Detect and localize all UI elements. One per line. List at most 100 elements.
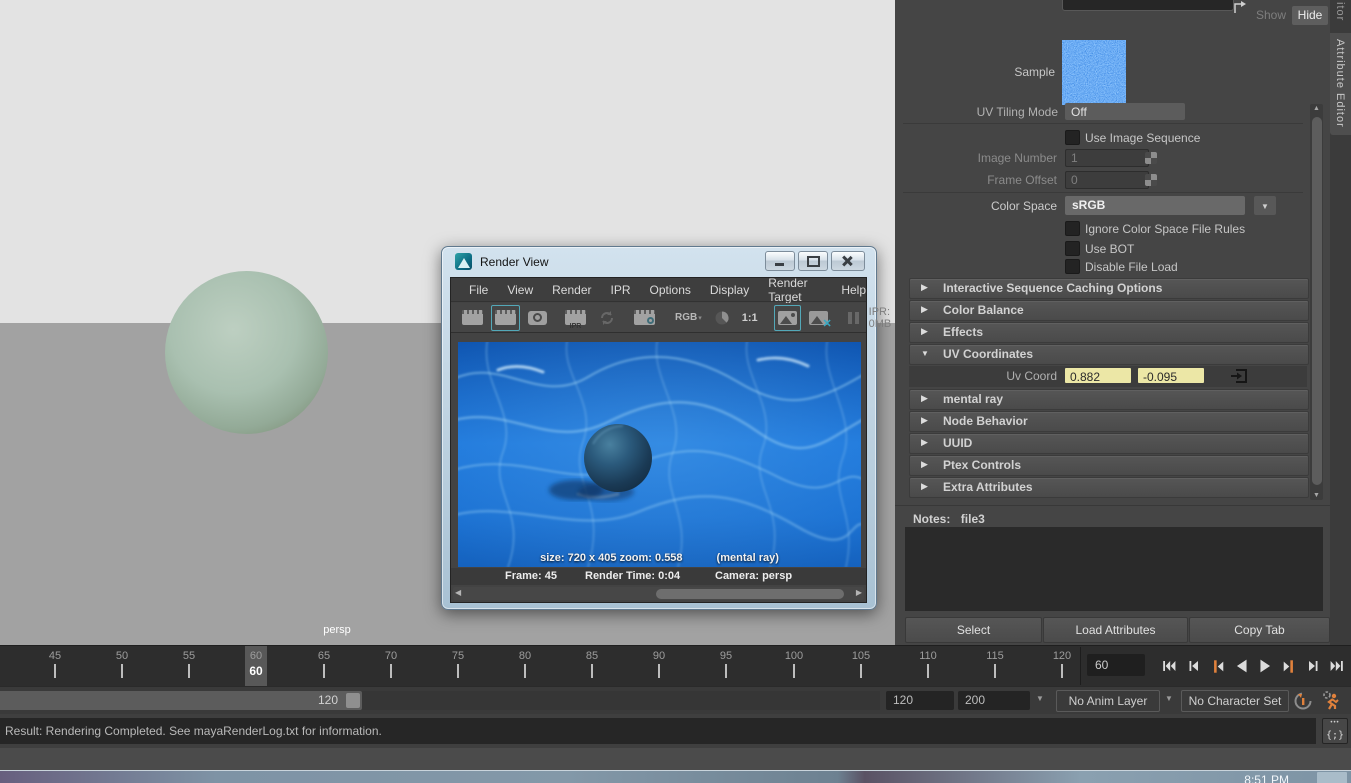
hscroll-thumb[interactable] xyxy=(656,589,844,599)
scroll-up-icon[interactable]: ▲ xyxy=(1313,105,1320,112)
taskbar-clock[interactable]: 8:51 PM xyxy=(1244,773,1289,783)
section-uv-coordinates[interactable]: ▼ UV Coordinates xyxy=(909,344,1309,365)
section-uuid[interactable]: ▶ UUID xyxy=(909,433,1309,454)
rendered-image[interactable]: size: 720 x 405 zoom: 0.558 (mental ray) xyxy=(458,342,861,567)
script-editor-button[interactable]: ••• {;} xyxy=(1322,718,1348,744)
current-frame-label: 60 xyxy=(245,664,267,678)
color-space-dropdown[interactable]: sRGB xyxy=(1065,196,1245,215)
image-number-map-icon[interactable] xyxy=(1145,152,1157,164)
taskbar-tray[interactable] xyxy=(1317,772,1347,783)
character-set-button[interactable]: No Character Set xyxy=(1181,690,1289,712)
render-current-frame-icon[interactable] xyxy=(491,305,520,331)
step-back-key-button[interactable] xyxy=(1206,654,1228,678)
uv-coord-connection-icon[interactable] xyxy=(1230,368,1248,384)
menu-view[interactable]: View xyxy=(507,283,533,297)
frame-offset-map-icon[interactable] xyxy=(1145,174,1157,186)
section-effects[interactable]: ▶ Effects xyxy=(909,322,1309,343)
range-dropdown-arrow-icon[interactable]: ▼ xyxy=(1036,694,1044,703)
maximize-button[interactable] xyxy=(798,251,828,271)
playback-end-field[interactable]: 120 xyxy=(886,691,954,710)
image-number-field[interactable]: 1 xyxy=(1065,149,1149,167)
uv-tiling-mode-dropdown[interactable]: Off xyxy=(1065,103,1185,120)
range-slider-handle[interactable] xyxy=(346,693,360,708)
current-frame-field[interactable]: 60 xyxy=(1087,654,1145,676)
hide-button[interactable]: Hide xyxy=(1292,6,1328,25)
close-button[interactable] xyxy=(831,251,865,271)
scroll-left-icon[interactable]: ◀ xyxy=(455,588,461,597)
frame-offset-label: Frame Offset xyxy=(895,173,1057,187)
go-to-end-button[interactable] xyxy=(1326,654,1348,678)
viewport-camera-label: persp xyxy=(307,624,367,636)
range-slider-bar[interactable]: 120 xyxy=(0,691,362,710)
uv-coord-u-field[interactable]: 0.882 xyxy=(1065,368,1131,383)
menu-file[interactable]: File xyxy=(469,283,488,297)
frame-offset-field[interactable]: 0 xyxy=(1065,171,1149,189)
section-node-behavior[interactable]: ▶ Node Behavior xyxy=(909,411,1309,432)
one-to-one-icon[interactable]: 1:1 xyxy=(738,305,762,331)
keep-image-icon[interactable] xyxy=(774,305,801,331)
scroll-right-icon[interactable]: ▶ xyxy=(856,588,862,597)
use-image-sequence-checkbox[interactable] xyxy=(1065,130,1080,145)
animation-end-field[interactable]: 200 xyxy=(958,691,1030,710)
menu-display[interactable]: Display xyxy=(710,283,749,297)
minimize-button[interactable] xyxy=(765,251,795,271)
vscroll-thumb[interactable] xyxy=(1312,117,1322,485)
render-view-window[interactable]: Render View File View Render xyxy=(441,246,877,610)
viewport-sphere[interactable] xyxy=(165,271,328,434)
alpha-channel-icon[interactable] xyxy=(710,305,734,331)
menu-options[interactable]: Options xyxy=(650,283,691,297)
use-bot-checkbox[interactable] xyxy=(1065,241,1080,256)
tab-partial-editor[interactable]: itor xyxy=(1334,2,1346,21)
section-interactive-sequence-caching[interactable]: ▶ Interactive Sequence Caching Options xyxy=(909,278,1309,299)
section-ptex-controls[interactable]: ▶ Ptex Controls xyxy=(909,455,1309,476)
ipr-render-icon[interactable]: IPR xyxy=(561,305,590,331)
step-forward-frame-button[interactable] xyxy=(1302,654,1324,678)
color-space-dropdown-arrow-icon[interactable]: ▼ xyxy=(1254,196,1276,215)
play-forwards-button[interactable] xyxy=(1254,654,1276,678)
snapshot-icon[interactable] xyxy=(524,305,551,331)
anim-layer-dropdown-arrow-icon[interactable]: ▼ xyxy=(1165,694,1173,703)
menu-render-target[interactable]: Render Target xyxy=(768,276,822,304)
command-result-field[interactable]: Result: Rendering Completed. See mayaRen… xyxy=(0,718,1316,744)
menu-render[interactable]: Render xyxy=(552,283,591,297)
auto-key-toggle-icon[interactable] xyxy=(1292,690,1314,712)
disable-file-load-checkbox[interactable] xyxy=(1065,259,1080,274)
copy-tab-button[interactable]: Copy Tab xyxy=(1189,617,1330,643)
swap-node-icon[interactable] xyxy=(1232,0,1250,16)
ipr-memory-label: IPR: 0MB xyxy=(869,306,892,330)
remove-image-icon[interactable]: ✕ xyxy=(805,305,832,331)
tab-attribute-editor[interactable]: Attribute Editor xyxy=(1330,33,1351,135)
attribute-scrollbar[interactable]: ▲ ▼ xyxy=(1310,104,1323,500)
section-extra-attributes[interactable]: ▶ Extra Attributes xyxy=(909,477,1309,498)
command-line-row: Result: Rendering Completed. See mayaRen… xyxy=(0,714,1351,748)
render-view-toolbar: IPR RGB ▾ 1:1 xyxy=(451,303,866,333)
notes-textarea[interactable] xyxy=(905,527,1323,611)
menu-help[interactable]: Help xyxy=(841,283,866,297)
section-mental-ray[interactable]: ▶ mental ray xyxy=(909,389,1309,410)
load-attributes-button[interactable]: Load Attributes xyxy=(1043,617,1188,643)
chevron-right-icon: ▶ xyxy=(921,304,928,315)
render-view-hscrollbar[interactable]: ◀ ▶ xyxy=(453,587,864,600)
anim-layer-button[interactable]: No Anim Layer xyxy=(1056,690,1160,712)
scroll-down-icon[interactable]: ▼ xyxy=(1313,492,1320,499)
step-back-frame-button[interactable] xyxy=(1182,654,1204,678)
section-color-balance[interactable]: ▶ Color Balance xyxy=(909,300,1309,321)
menu-ipr[interactable]: IPR xyxy=(611,283,631,297)
texture-name-field[interactable] xyxy=(1062,0,1234,11)
animation-preferences-icon[interactable] xyxy=(1320,690,1342,712)
tick-label: 120 xyxy=(1042,650,1082,662)
render-view-titlebar[interactable]: Render View xyxy=(442,247,876,277)
ignore-color-space-rules-checkbox[interactable] xyxy=(1065,221,1080,236)
step-forward-key-button[interactable] xyxy=(1278,654,1300,678)
image-number-label: Image Number xyxy=(895,151,1057,165)
time-slider[interactable]: 45 50 55 60 65 70 75 80 85 90 95 100 105… xyxy=(0,645,1351,686)
sample-swatch[interactable] xyxy=(1062,40,1126,105)
uv-coord-v-field[interactable]: -0.095 xyxy=(1138,368,1204,383)
go-to-start-button[interactable] xyxy=(1158,654,1180,678)
render-settings-icon[interactable] xyxy=(630,305,659,331)
play-backwards-button[interactable] xyxy=(1230,654,1252,678)
select-button[interactable]: Select xyxy=(905,617,1042,643)
status-camera: Camera: persp xyxy=(715,570,792,582)
rgb-channels-icon[interactable]: RGB ▾ xyxy=(671,305,706,331)
redo-previous-render-icon[interactable] xyxy=(458,305,487,331)
